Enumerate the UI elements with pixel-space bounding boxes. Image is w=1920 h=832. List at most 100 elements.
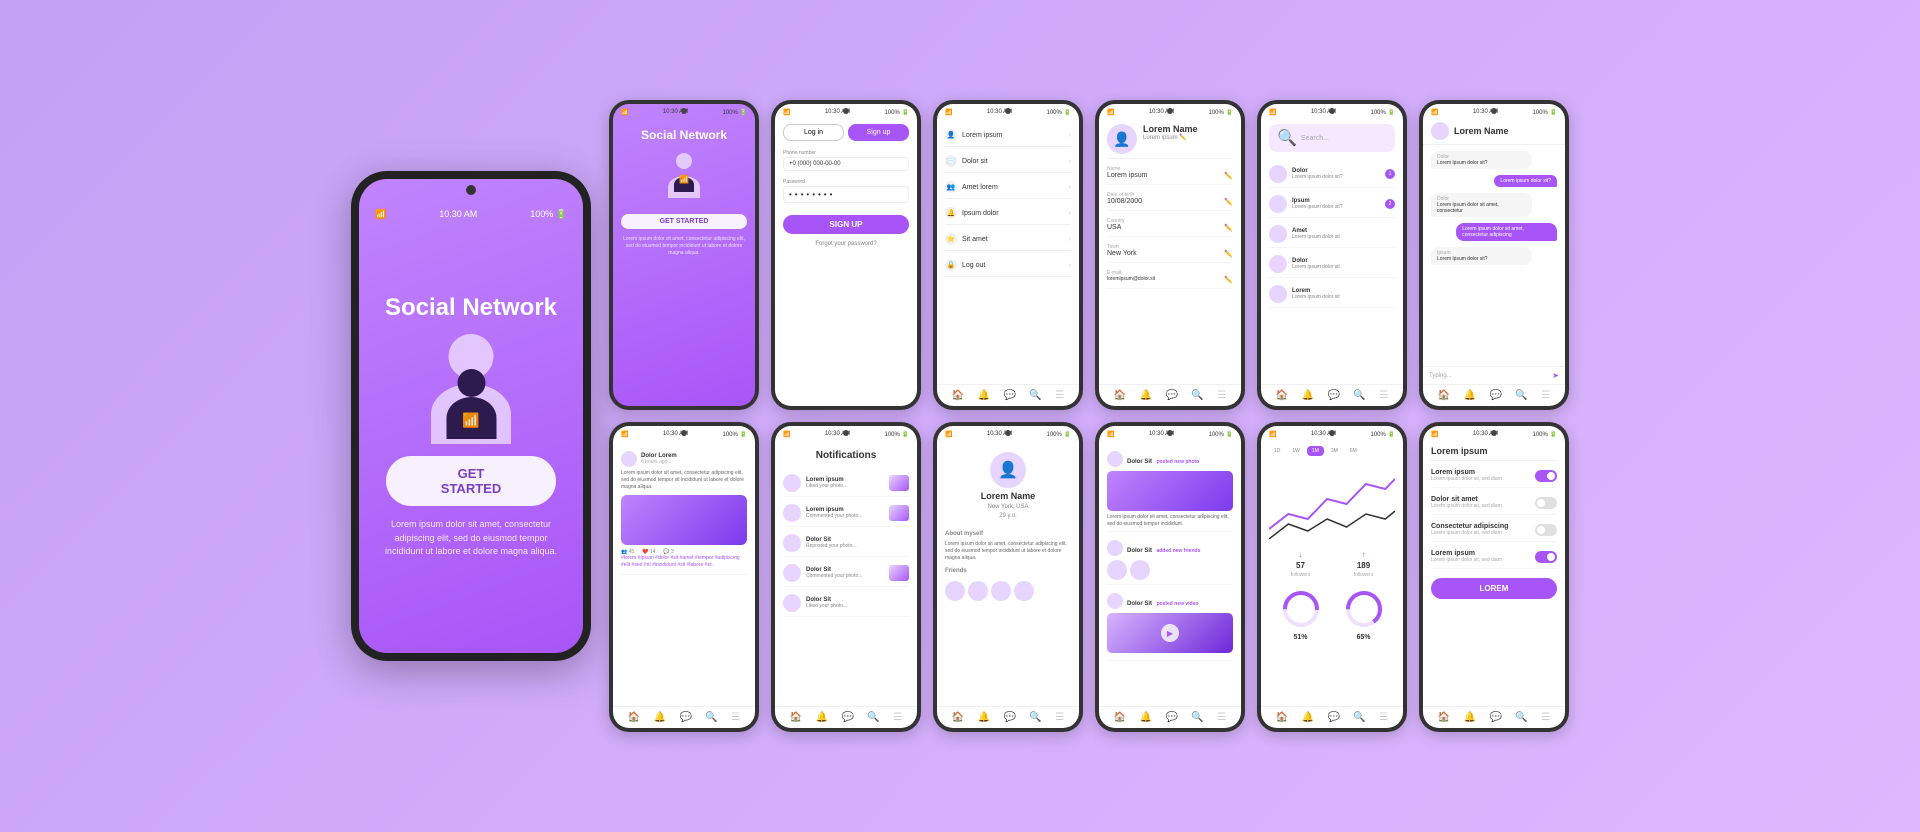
- home-nav-6[interactable]: 🏠: [1438, 390, 1450, 401]
- play-button[interactable]: ▶: [1161, 624, 1179, 642]
- search-nav-4[interactable]: 🔍: [1191, 390, 1203, 401]
- chat-nav-8[interactable]: 💬: [842, 712, 854, 723]
- menu-nav-6[interactable]: ☰: [1541, 390, 1550, 401]
- home-nav-11[interactable]: 🏠: [1276, 712, 1288, 723]
- menu-item-settings[interactable]: ⭐ Sit amet ›: [945, 228, 1071, 251]
- menu-nav-10[interactable]: ☰: [1217, 712, 1226, 723]
- typing-input[interactable]: Typing...: [1429, 373, 1548, 379]
- bell-nav-4[interactable]: 🔔: [1140, 390, 1152, 401]
- chat-nav-4[interactable]: 💬: [1166, 390, 1178, 401]
- search-bar[interactable]: 🔍 Search...: [1269, 124, 1395, 152]
- chat-nav[interactable]: 💬: [1004, 390, 1016, 401]
- chat-nav-12[interactable]: 💬: [1490, 712, 1502, 723]
- home-nav-5[interactable]: 🏠: [1276, 390, 1288, 401]
- menu-item-profile[interactable]: 👤 Lorem ipsum ›: [945, 124, 1071, 147]
- edit-icon-dob[interactable]: ✏️: [1224, 198, 1233, 206]
- bottom-nav-10: 🏠 🔔 💬 🔍 ☰: [1099, 706, 1241, 728]
- bell-nav-8[interactable]: 🔔: [816, 712, 828, 723]
- home-nav-9[interactable]: 🏠: [952, 712, 964, 723]
- setting-desc-2: Lorem ipsum dolor sit, sed diam: [1431, 503, 1535, 509]
- home-nav[interactable]: 🏠: [952, 390, 964, 401]
- tab-6m[interactable]: 6M: [1345, 446, 1362, 456]
- edit-icon-name[interactable]: ✏️: [1224, 172, 1233, 180]
- edit-icon-country[interactable]: ✏️: [1224, 224, 1233, 232]
- menu-nav-5[interactable]: ☰: [1379, 390, 1388, 401]
- get-started-button[interactable]: GET STARTED: [386, 456, 556, 506]
- msg-item-5[interactable]: Lorem Lorem ipsum dolor sit: [1269, 281, 1395, 308]
- edit-icon-email[interactable]: ✏️: [1224, 276, 1233, 284]
- phone-input[interactable]: +0 (000) 000-00-00: [783, 157, 909, 171]
- bell-nav[interactable]: 🔔: [978, 390, 990, 401]
- tab-1d[interactable]: 1D: [1269, 446, 1285, 456]
- home-nav-7[interactable]: 🏠: [628, 712, 640, 723]
- msg-item-1[interactable]: Dolor Lorem ipsum dolor sit? 1: [1269, 161, 1395, 188]
- menu-item-notif[interactable]: 🔔 Ipsum dolor ›: [945, 202, 1071, 225]
- search-nav-12[interactable]: 🔍: [1515, 712, 1527, 723]
- bell-nav-5[interactable]: 🔔: [1302, 390, 1314, 401]
- search-nav-9[interactable]: 🔍: [1029, 712, 1041, 723]
- big-phone-status-bar: 📶 10:30 AM 100% 🔋: [375, 209, 567, 220]
- toggle-4[interactable]: [1535, 551, 1557, 563]
- chat-nav-10[interactable]: 💬: [1166, 712, 1178, 723]
- menu-nav-7[interactable]: ☰: [731, 712, 740, 723]
- home-nav-8[interactable]: 🏠: [790, 712, 802, 723]
- search-nav[interactable]: 🔍: [1029, 390, 1041, 401]
- menu-item-friends[interactable]: 👥 Amet lorem ›: [945, 176, 1071, 199]
- chat-nav-6[interactable]: 💬: [1490, 390, 1502, 401]
- menu-item-logout[interactable]: 🔒 Log out ›: [945, 254, 1071, 277]
- tab-3m[interactable]: 3M: [1326, 446, 1343, 456]
- menu-nav-8[interactable]: ☰: [893, 712, 902, 723]
- act-friend-1: [1107, 560, 1127, 580]
- toggle-3[interactable]: [1535, 524, 1557, 536]
- splash-get-started[interactable]: GET STARTED: [621, 214, 747, 229]
- home-nav-10[interactable]: 🏠: [1114, 712, 1126, 723]
- arrow-icon-6: ›: [1069, 262, 1071, 269]
- search-nav-7[interactable]: 🔍: [705, 712, 717, 723]
- bell-nav-12[interactable]: 🔔: [1464, 712, 1476, 723]
- bell-nav-9[interactable]: 🔔: [978, 712, 990, 723]
- tab-1w[interactable]: 1W: [1287, 446, 1305, 456]
- login-tab[interactable]: Log in: [783, 124, 844, 141]
- status-bar-2: 📶 10:30 AM 100% 🔋: [775, 104, 917, 118]
- bell-nav-7[interactable]: 🔔: [654, 712, 666, 723]
- search-nav-10[interactable]: 🔍: [1191, 712, 1203, 723]
- chat-nav-7[interactable]: 💬: [680, 712, 692, 723]
- bell-nav-11[interactable]: 🔔: [1302, 712, 1314, 723]
- msg-item-3[interactable]: Amet Lorem ipsum dolor sit: [1269, 221, 1395, 248]
- signup-tab[interactable]: Sign up: [848, 124, 909, 141]
- search-nav-11[interactable]: 🔍: [1353, 712, 1365, 723]
- search-nav-8[interactable]: 🔍: [867, 712, 879, 723]
- edit-icon-town[interactable]: ✏️: [1224, 250, 1233, 258]
- phone-public-profile: 📶 10:30 AM 100% 🔋 👤 Lorem Name New York,…: [933, 422, 1083, 732]
- send-icon[interactable]: ➤: [1552, 371, 1559, 380]
- msg-item-4[interactable]: Dolor Lorem ipsum dolor sit: [1269, 251, 1395, 278]
- lorem-button[interactable]: LOREM: [1431, 578, 1557, 599]
- forgot-password-link[interactable]: Forgot your password?: [783, 241, 909, 247]
- chat-nav-9[interactable]: 💬: [1004, 712, 1016, 723]
- search-nav-6[interactable]: 🔍: [1515, 390, 1527, 401]
- home-nav-4[interactable]: 🏠: [1114, 390, 1126, 401]
- menu-nav-9[interactable]: ☰: [1055, 712, 1064, 723]
- menu-nav-12[interactable]: ☰: [1541, 712, 1550, 723]
- tab-1m[interactable]: 1M: [1307, 446, 1324, 456]
- splash-avatar: 📶: [621, 153, 747, 203]
- toggle-2[interactable]: [1535, 497, 1557, 509]
- home-nav-12[interactable]: 🏠: [1438, 712, 1450, 723]
- time-1: 10:30 AM: [663, 109, 688, 116]
- login-content: Log in Sign up Phone number +0 (000) 000…: [775, 118, 917, 406]
- search-nav-5[interactable]: 🔍: [1353, 390, 1365, 401]
- menu-nav[interactable]: ☰: [1055, 390, 1064, 401]
- password-input[interactable]: ••••••••: [783, 186, 909, 203]
- signup-button[interactable]: SIGN UP: [783, 215, 909, 234]
- chat-nav-11[interactable]: 💬: [1328, 712, 1340, 723]
- menu-item-mail[interactable]: ✉️ Dolor sit ›: [945, 150, 1071, 173]
- menu-nav-11[interactable]: ☰: [1379, 712, 1388, 723]
- menu-nav-4[interactable]: ☰: [1217, 390, 1226, 401]
- msg-item-2[interactable]: Ipsum Lorem ipsum dolor sit? 2: [1269, 191, 1395, 218]
- bell-nav-10[interactable]: 🔔: [1140, 712, 1152, 723]
- profile-avatar: 👤: [1107, 124, 1137, 154]
- chat-nav-5[interactable]: 💬: [1328, 390, 1340, 401]
- bell-nav-6[interactable]: 🔔: [1464, 390, 1476, 401]
- toggle-1[interactable]: [1535, 470, 1557, 482]
- messages-screen: 📶 10:30 AM 100% 🔋 🔍 Search... Dolor Lore…: [1261, 104, 1403, 406]
